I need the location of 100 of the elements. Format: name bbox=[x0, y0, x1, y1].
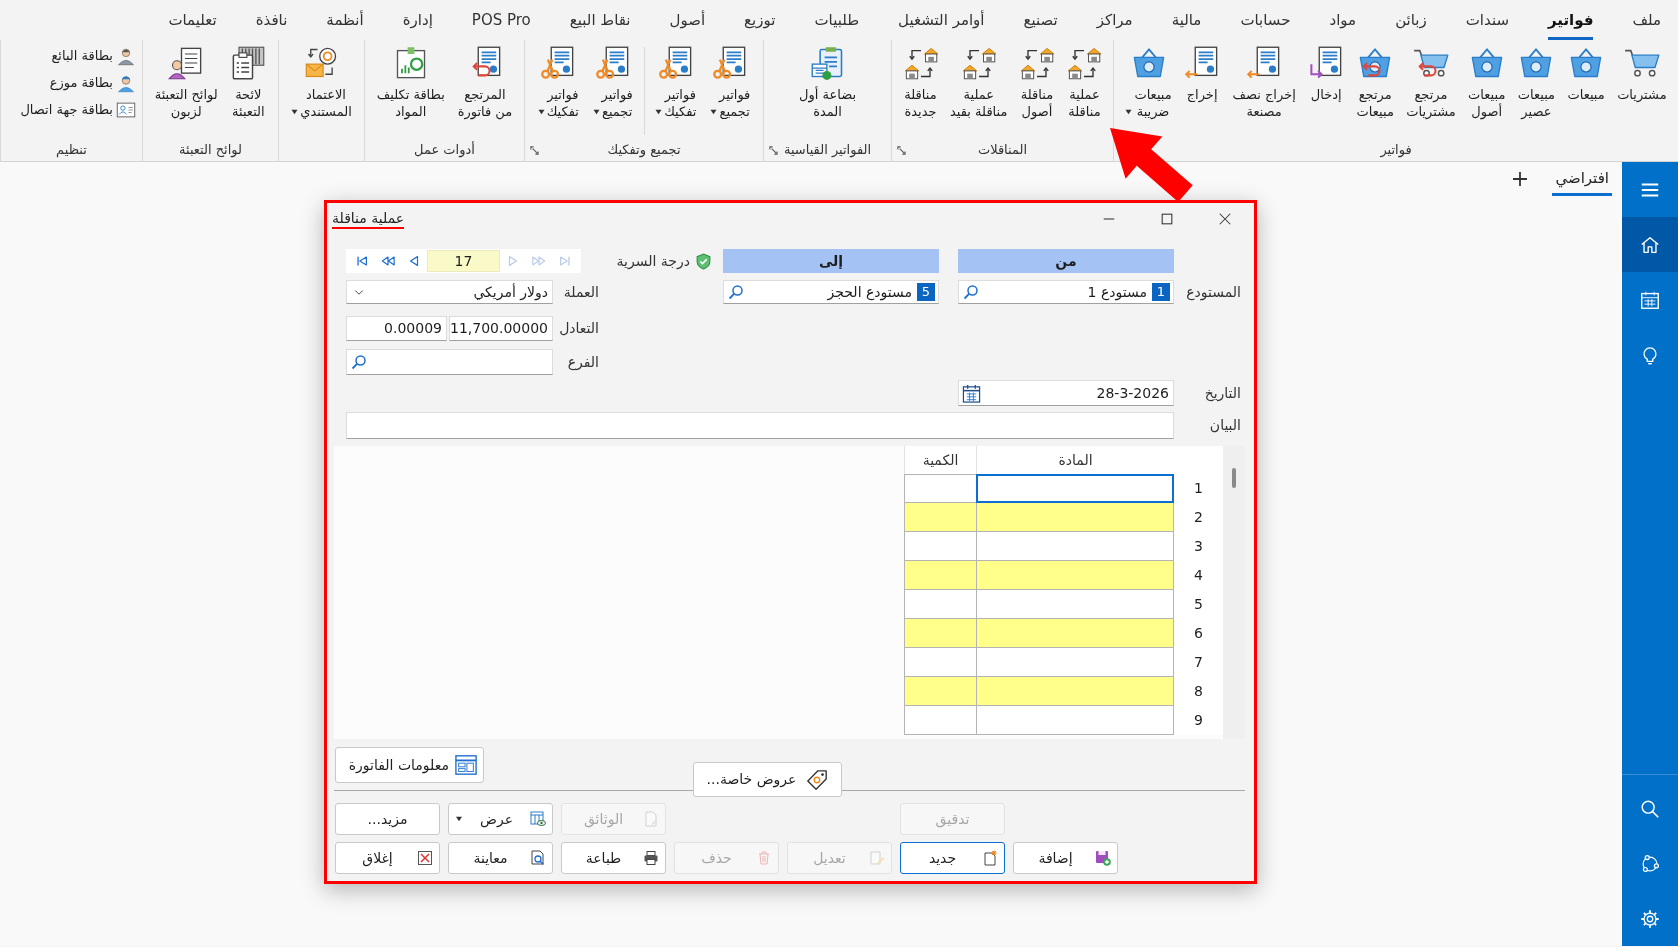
action-button[interactable]: معاينة bbox=[448, 842, 553, 874]
info-button[interactable]: معلومات الفاتورة bbox=[335, 747, 484, 783]
menu-tab[interactable]: أوامر التشغيل bbox=[898, 0, 985, 40]
ribbon-button[interactable]: بطاقة تكليف المواد bbox=[373, 43, 448, 120]
ribbon-button[interactable]: مبيعات bbox=[1564, 43, 1608, 103]
ribbon-button[interactable]: فواتير تجميع bbox=[589, 43, 636, 120]
grid-cell[interactable] bbox=[976, 561, 1174, 590]
menu-tab[interactable]: نافذة bbox=[255, 0, 288, 40]
ribbon-button[interactable]: فواتير تجميع bbox=[707, 43, 754, 120]
scrollbar[interactable] bbox=[1223, 446, 1245, 739]
calendar-icon[interactable] bbox=[962, 383, 981, 403]
menu-tab[interactable]: أصول bbox=[669, 0, 706, 40]
grid-cell[interactable] bbox=[904, 561, 976, 590]
grid-cell[interactable] bbox=[904, 677, 976, 706]
plus-icon[interactable] bbox=[1512, 171, 1529, 187]
input-field[interactable] bbox=[346, 412, 1174, 439]
ribbon-button[interactable]: إخراج bbox=[1181, 43, 1224, 103]
ribbon-button[interactable]: عملية مناقلة بقيد bbox=[947, 43, 1011, 120]
action-button[interactable]: إضافة bbox=[1013, 842, 1118, 874]
offers-button[interactable]: عروض خاصة... bbox=[693, 762, 842, 797]
ribbon-button[interactable]: مناقلة جديدة bbox=[899, 43, 942, 120]
caret-icon bbox=[1125, 109, 1133, 115]
menu-tab[interactable]: سندات bbox=[1465, 0, 1509, 40]
grid-cell[interactable] bbox=[976, 619, 1174, 648]
ribbon-button[interactable]: المرتجع من فاتورة bbox=[454, 43, 516, 120]
barcode-list-icon bbox=[230, 45, 267, 81]
ribbon-button[interactable]: الاعتماد المستندي bbox=[288, 43, 355, 120]
ribbon-button[interactable]: عملية مناقلة bbox=[1063, 43, 1106, 120]
menu-tab[interactable]: مراكز bbox=[1096, 0, 1133, 40]
ribbon-button[interactable]: مبيعات ضريبة bbox=[1122, 43, 1175, 120]
currency-dropdown[interactable]: دولار أمريكي bbox=[346, 280, 553, 304]
warehouses-arrows-icon bbox=[960, 45, 997, 81]
document-pencil-icon bbox=[869, 850, 885, 866]
ribbon-button[interactable]: مناقلة أصول bbox=[1015, 43, 1058, 120]
menu-tab[interactable]: زبائن bbox=[1395, 0, 1427, 40]
menu-tab[interactable]: نقاط البيع bbox=[569, 0, 631, 40]
action-button[interactable]: جديد bbox=[900, 842, 1005, 874]
ribbon-button[interactable]: مبيعات عصير bbox=[1514, 43, 1559, 120]
grid-cell[interactable] bbox=[976, 590, 1174, 619]
ribbon-button[interactable]: لوائح التعبئة لزبون bbox=[151, 43, 221, 120]
ribbon-button[interactable]: مرتجع مبيعات bbox=[1353, 43, 1397, 120]
action-button[interactable]: مزيد... bbox=[335, 803, 440, 835]
sidebar-button[interactable] bbox=[1622, 217, 1678, 272]
grid-cell[interactable] bbox=[904, 590, 976, 619]
ribbon-button[interactable]: مرتجع مشتريات bbox=[1403, 43, 1459, 120]
ribbon-button[interactable]: فواتير تفكيك bbox=[534, 43, 582, 120]
menu-tab[interactable]: مالية bbox=[1171, 0, 1202, 40]
menu-tab[interactable]: POS Pro bbox=[471, 0, 531, 40]
grid-cell[interactable] bbox=[904, 503, 976, 532]
menu-tab[interactable]: مواد bbox=[1329, 0, 1357, 40]
menu-tab[interactable]: توزيع bbox=[744, 0, 776, 40]
search-icon[interactable] bbox=[351, 354, 367, 370]
menu-tab[interactable]: تعليمات bbox=[168, 0, 217, 40]
grid-cell[interactable] bbox=[904, 532, 976, 561]
search-icon[interactable] bbox=[963, 284, 979, 300]
date-field[interactable]: 28-3-2026 bbox=[958, 380, 1174, 406]
menu-tab[interactable]: حسابات bbox=[1240, 0, 1291, 40]
grid-cell[interactable] bbox=[904, 706, 976, 735]
grid-cell[interactable] bbox=[904, 474, 976, 503]
menu-tab[interactable]: إدارة bbox=[402, 0, 433, 40]
grid-cell[interactable] bbox=[976, 474, 1174, 503]
action-button[interactable]: عرض bbox=[448, 803, 553, 835]
ribbon-button[interactable]: بضاعة أول المدة bbox=[796, 43, 860, 120]
number-field[interactable]: 11,700.00000 bbox=[449, 316, 553, 341]
ribbon-button[interactable]: مشتريات bbox=[1614, 43, 1670, 103]
x-box-icon bbox=[417, 850, 433, 866]
menu-tab[interactable]: تصنيع bbox=[1023, 0, 1058, 40]
ribbon-button[interactable]: إخراج نصف مصنعة bbox=[1229, 43, 1299, 120]
floppy-plus-icon bbox=[1095, 850, 1111, 866]
ribbon-button[interactable]: بطاقة جهة اتصال bbox=[20, 100, 136, 120]
corner-arrow-icon[interactable] bbox=[769, 145, 778, 155]
ribbon-button[interactable]: إدخال bbox=[1305, 43, 1348, 103]
workspace-tab[interactable]: افتراضي bbox=[1552, 167, 1612, 196]
grid-cell[interactable] bbox=[976, 677, 1174, 706]
grid-cell[interactable] bbox=[976, 503, 1174, 532]
grid-cell[interactable] bbox=[904, 648, 976, 677]
corner-arrow-icon[interactable] bbox=[897, 145, 906, 155]
corner-arrow-icon[interactable] bbox=[530, 145, 539, 155]
action-button[interactable]: طباعة bbox=[561, 842, 666, 874]
ribbon-button[interactable]: بطاقة موزع bbox=[49, 73, 136, 93]
action-button[interactable]: إغلاق bbox=[335, 842, 440, 874]
grid-cell[interactable] bbox=[976, 648, 1174, 677]
grid-cell[interactable] bbox=[904, 619, 976, 648]
grid-cell[interactable] bbox=[976, 532, 1174, 561]
menu-tab[interactable]: طلبيات bbox=[814, 0, 860, 40]
skip-first-icon bbox=[355, 254, 369, 268]
search-icon[interactable] bbox=[728, 284, 744, 300]
record-number-field[interactable]: 17 bbox=[427, 250, 500, 272]
grid-cell[interactable] bbox=[976, 706, 1174, 735]
lookup-field[interactable] bbox=[346, 349, 553, 375]
ribbon-button[interactable]: بطاقة البائع bbox=[51, 46, 136, 66]
ribbon-button[interactable]: مبيعات أصول bbox=[1465, 43, 1509, 120]
scrollbar-thumb[interactable] bbox=[1232, 468, 1236, 488]
menu-tab[interactable]: ملف bbox=[1632, 0, 1661, 40]
menu-tab[interactable]: فواتير bbox=[1548, 0, 1594, 40]
fast-forward-icon bbox=[532, 254, 546, 268]
ribbon-button[interactable]: فواتير تفكيك bbox=[652, 43, 700, 120]
number-field[interactable]: 0.00009 bbox=[346, 316, 447, 341]
menu-tab[interactable]: أنظمة bbox=[326, 0, 364, 40]
ribbon-button[interactable]: لائحة التعبئة bbox=[227, 43, 270, 120]
